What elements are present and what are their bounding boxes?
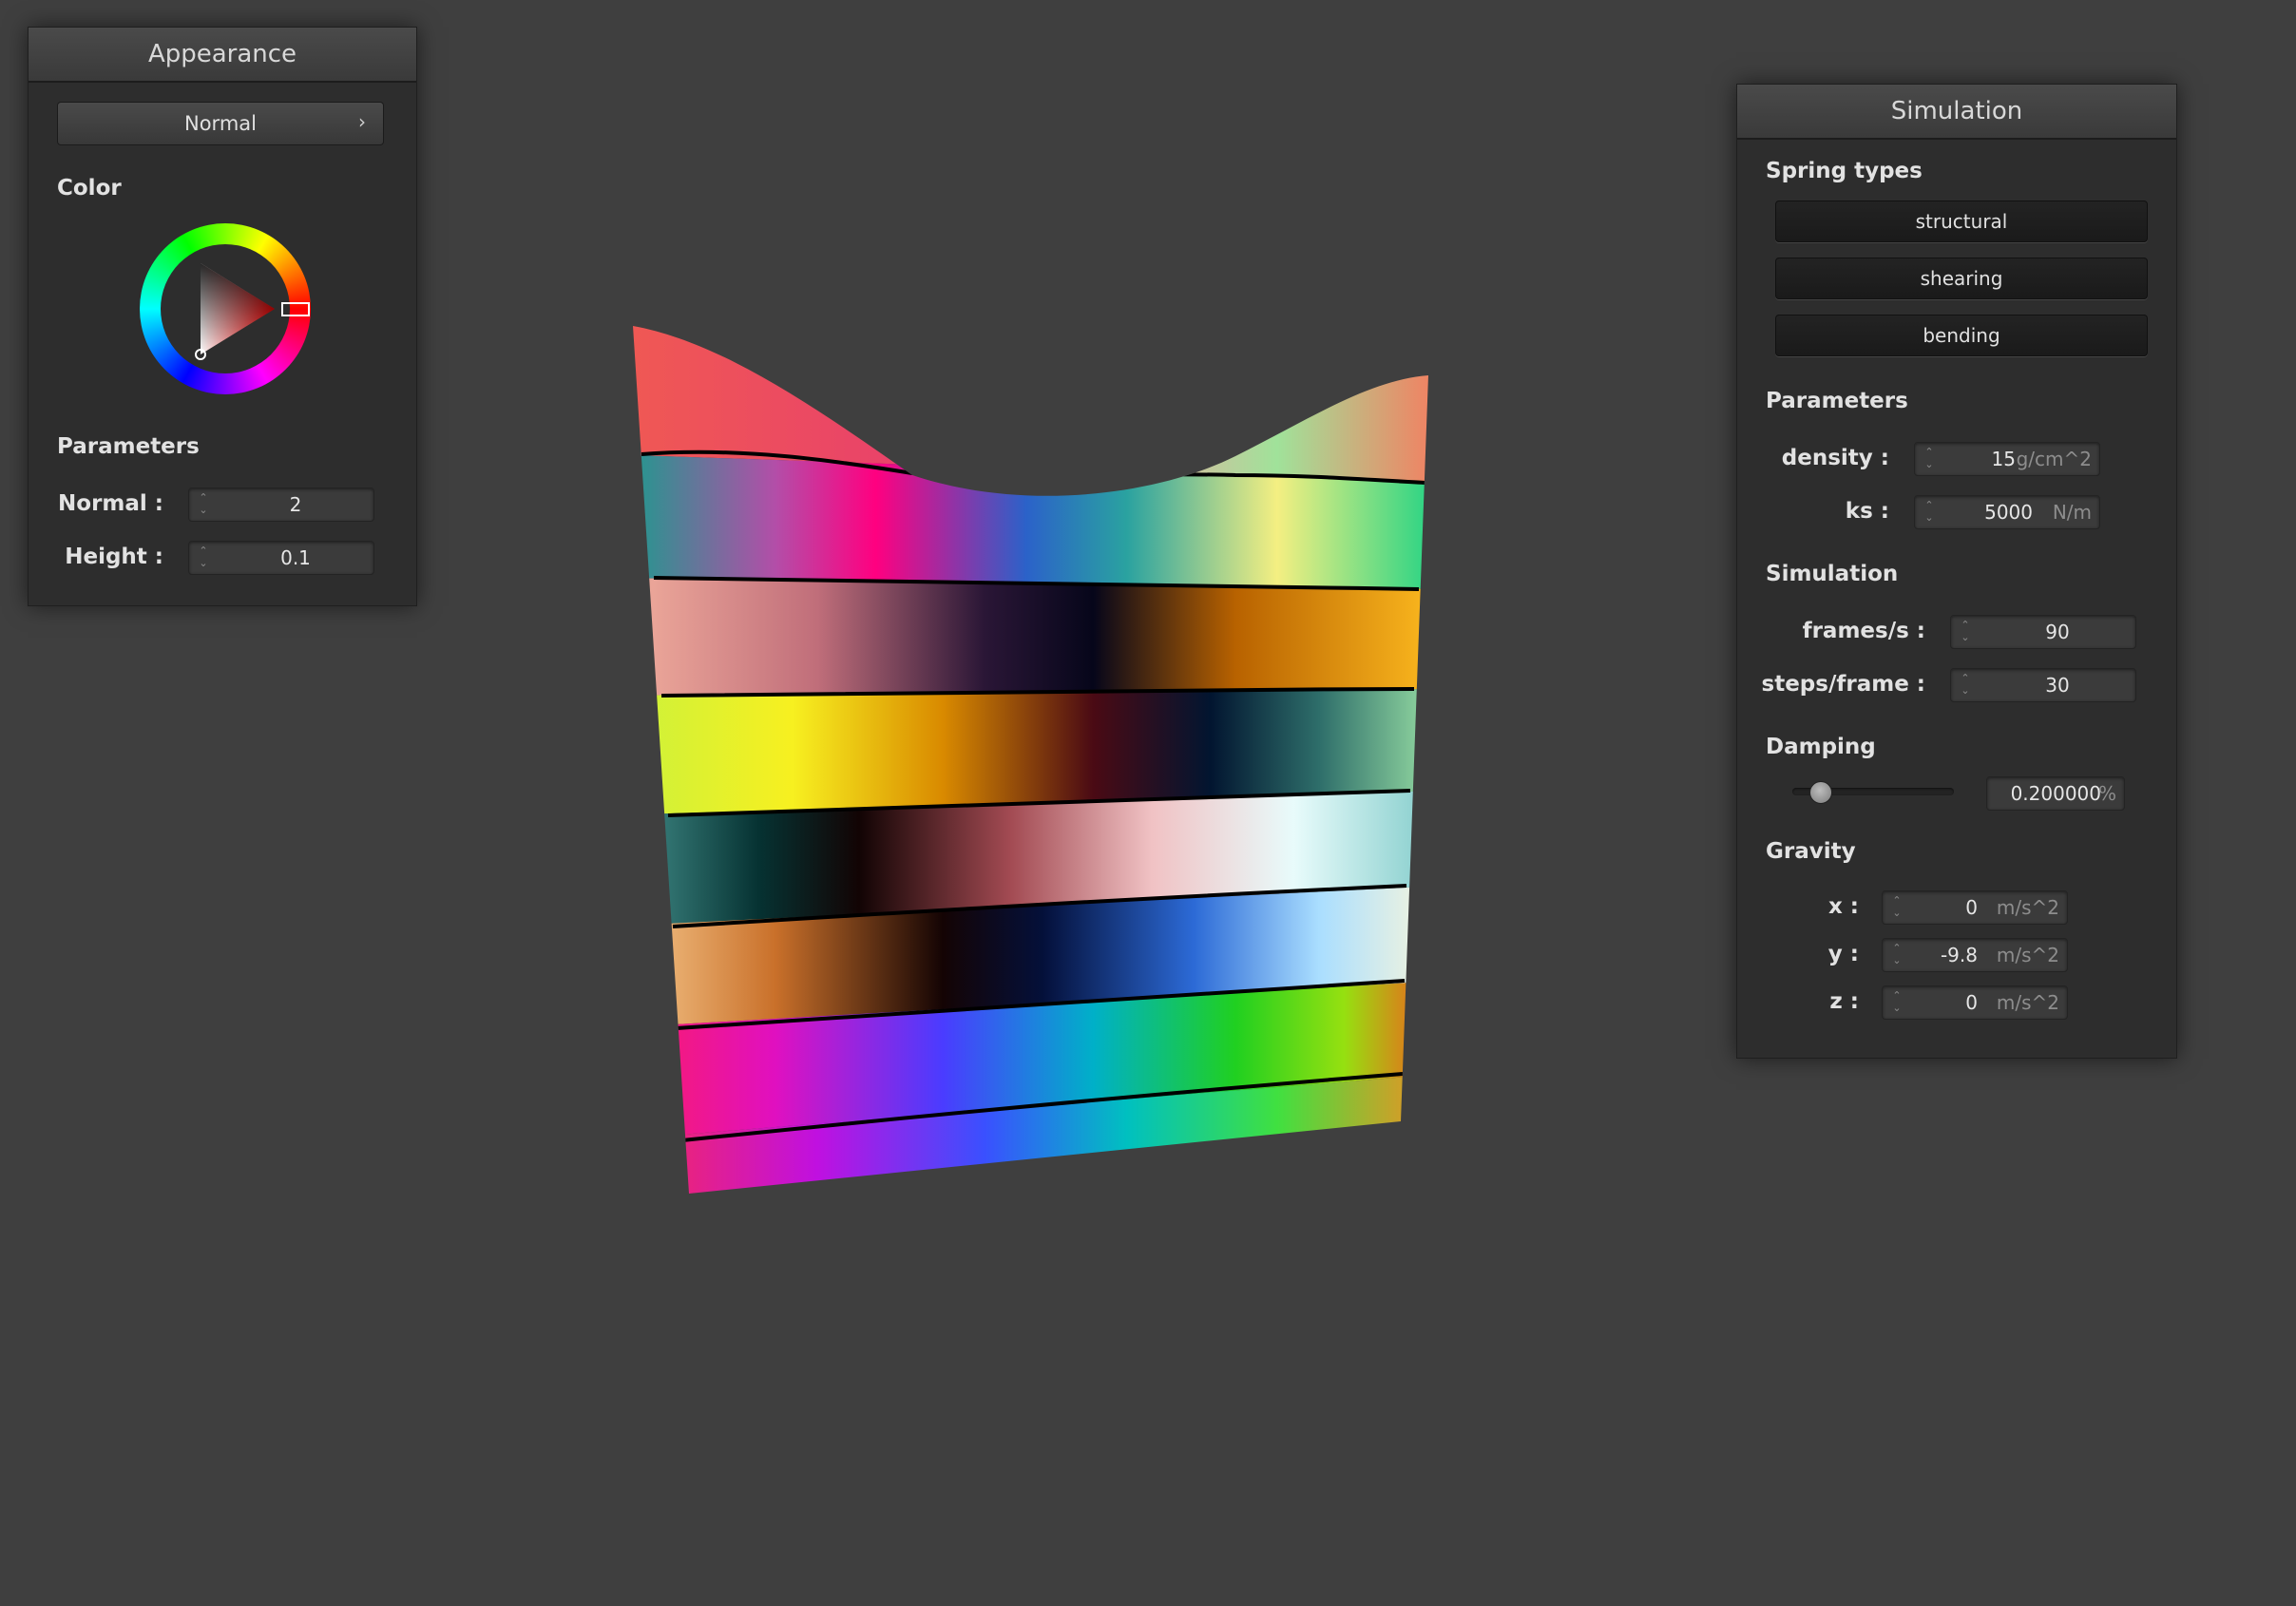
gravity-y-unit: m/s^2 <box>1996 944 2059 966</box>
gravity-x-label: x : <box>1827 894 1859 919</box>
structural-button[interactable]: structural <box>1775 201 2148 242</box>
appearance-parameters-label: Parameters <box>57 434 200 459</box>
spinner-icon[interactable]: ⌃ ⌄ <box>197 491 210 516</box>
steps-label: steps/frame : <box>1761 672 1925 697</box>
density-label: density : <box>1781 446 1889 470</box>
spring-types-label: Spring types <box>1766 159 1923 183</box>
simulation-section-label: Simulation <box>1766 562 1899 586</box>
ks-input[interactable]: ⌃ ⌄ 5000 N/m <box>1914 495 2100 529</box>
color-wheel[interactable] <box>140 223 311 394</box>
fps-label: frames/s : <box>1802 619 1925 643</box>
fps-input[interactable]: ⌃ ⌄ 90 <box>1950 615 2136 649</box>
ks-label: ks : <box>1845 499 1889 524</box>
appearance-mode-label: Normal <box>184 112 257 135</box>
normal-input[interactable]: ⌃ ⌄ 2 <box>188 488 374 522</box>
gravity-z-unit: m/s^2 <box>1996 991 2059 1014</box>
simulation-parameters-label: Parameters <box>1766 389 1908 413</box>
hue-picker-handle <box>281 302 310 316</box>
ks-unit: N/m <box>2052 501 2092 524</box>
gravity-z-input[interactable]: ⌃ ⌄ 0 m/s^2 <box>1882 985 2068 1020</box>
damping-input[interactable]: 0.200000 % <box>1986 776 2125 811</box>
spinner-icon[interactable]: ⌃ ⌄ <box>1890 989 1904 1014</box>
bending-button[interactable]: bending <box>1775 315 2148 356</box>
appearance-mode-button[interactable]: Normal › <box>57 102 384 145</box>
spinner-icon[interactable]: ⌃ ⌄ <box>197 545 210 569</box>
spinner-icon[interactable]: ⌃ ⌄ <box>1923 499 1936 524</box>
damping-label: Damping <box>1766 735 1876 759</box>
spinner-icon[interactable]: ⌃ ⌄ <box>1890 942 1904 966</box>
gravity-x-unit: m/s^2 <box>1996 896 2059 919</box>
appearance-panel: Appearance Normal › Color Parameters Nor… <box>28 27 417 606</box>
gravity-x-input[interactable]: ⌃ ⌄ 0 m/s^2 <box>1882 890 2068 925</box>
height-label: Height : <box>65 545 163 569</box>
spinner-icon[interactable]: ⌃ ⌄ <box>1959 619 1972 643</box>
density-input[interactable]: ⌃ ⌄ 15 g/cm^2 <box>1914 442 2100 476</box>
simulation-panel: Simulation Spring types structural shear… <box>1736 84 2177 1059</box>
damping-slider-knob[interactable] <box>1808 781 1832 804</box>
shearing-button[interactable]: shearing <box>1775 258 2148 299</box>
spinner-icon[interactable]: ⌃ ⌄ <box>1923 446 1936 470</box>
damping-unit: % <box>2097 782 2116 805</box>
chevron-right-icon: › <box>358 110 366 133</box>
density-unit: g/cm^2 <box>2016 448 2092 470</box>
height-input[interactable]: ⌃ ⌄ 0.1 <box>188 541 374 575</box>
spinner-icon[interactable]: ⌃ ⌄ <box>1959 672 1972 697</box>
normal-label: Normal : <box>58 491 163 516</box>
gravity-label: Gravity <box>1766 839 1856 864</box>
appearance-panel-title[interactable]: Appearance <box>29 28 416 83</box>
gravity-y-input[interactable]: ⌃ ⌄ -9.8 m/s^2 <box>1882 938 2068 972</box>
steps-input[interactable]: ⌃ ⌄ 30 <box>1950 668 2136 702</box>
gravity-y-label: y : <box>1827 942 1859 966</box>
color-triangle[interactable] <box>140 223 311 394</box>
simulation-panel-title[interactable]: Simulation <box>1737 85 2176 140</box>
gravity-z-label: z : <box>1829 989 1859 1014</box>
spinner-icon[interactable]: ⌃ ⌄ <box>1890 894 1904 919</box>
color-section-label: Color <box>57 176 122 201</box>
